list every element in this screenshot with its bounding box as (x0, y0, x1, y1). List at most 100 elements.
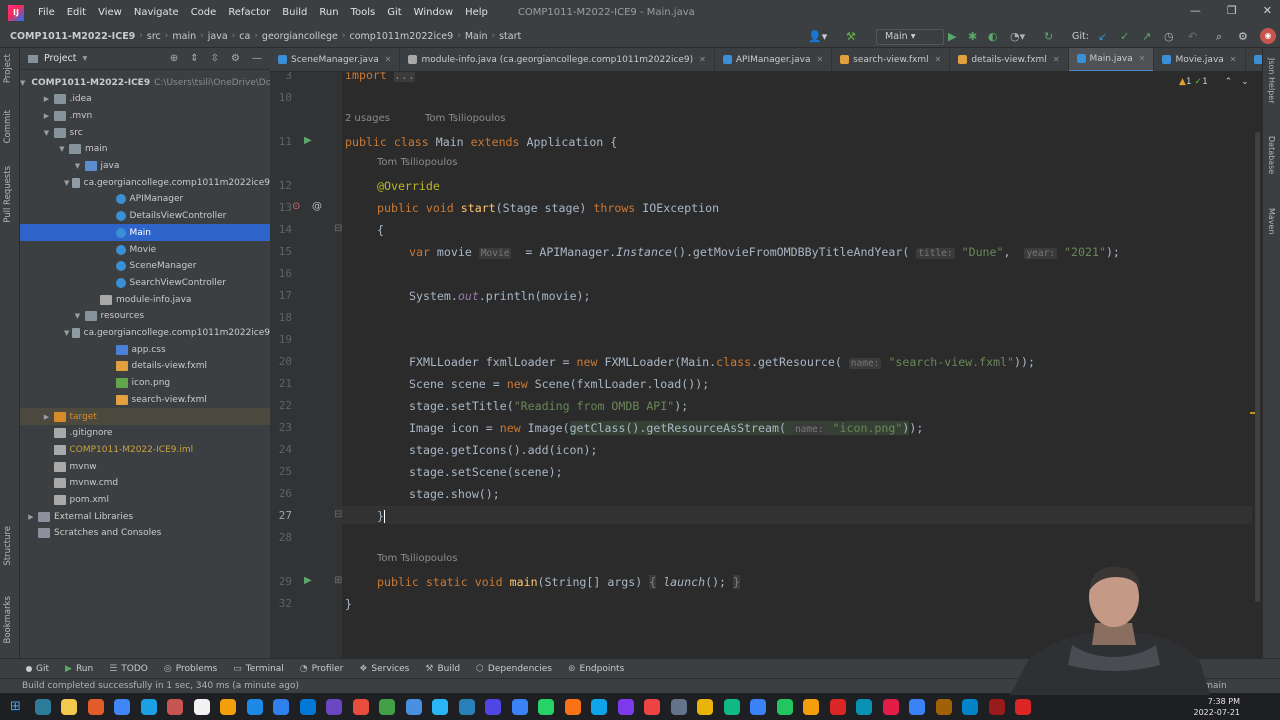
taskbar-app-icon[interactable] (644, 698, 661, 715)
code-line[interactable]: } (377, 509, 385, 523)
code-line[interactable]: stage.show(); (409, 487, 500, 501)
tree-item[interactable]: ▼ java (20, 158, 270, 175)
editor-tab[interactable]: module-info.java (ca.georgiancollege.com… (400, 48, 715, 71)
hammer-build-icon[interactable]: ⚒ (846, 30, 856, 43)
git-update-icon[interactable]: ↙ (1098, 30, 1107, 43)
chevron-right-icon[interactable]: ▶ (42, 413, 52, 421)
close-tab-icon[interactable]: ✕ (385, 55, 392, 64)
menu-code[interactable]: Code (185, 7, 223, 18)
taskbar-app-icon[interactable] (193, 698, 210, 715)
taskbar-app-icon[interactable] (591, 698, 608, 715)
chevron-down-icon[interactable]: ▾ (83, 53, 88, 64)
menu-window[interactable]: Window (408, 7, 459, 18)
chevron-down-icon[interactable]: ▼ (57, 145, 67, 153)
author-hint[interactable]: Tom Tsiliopoulos (425, 113, 505, 124)
debug-icon[interactable]: ✱ (968, 30, 977, 43)
tree-item[interactable]: APIManager (20, 191, 270, 208)
code-line[interactable]: stage.getIcons().add(icon); (409, 443, 597, 457)
tool-tab-todo[interactable]: ☰ TODO (101, 664, 156, 674)
tree-item[interactable]: mvnw.cmd (20, 475, 270, 492)
close-tab-icon[interactable]: ✕ (699, 55, 706, 64)
tree-item[interactable]: Movie (20, 241, 270, 258)
history-icon[interactable]: ◷ (1164, 30, 1174, 43)
chevron-right-icon[interactable]: ▶ (26, 513, 36, 521)
tree-item[interactable]: ▼ resources (20, 308, 270, 325)
restore-icon[interactable]: ❐ (1227, 4, 1237, 17)
menu-build[interactable]: Build (276, 7, 313, 18)
tree-item[interactable]: ▶ External Libraries (20, 508, 270, 525)
tree-item[interactable]: ▼ COMP1011-M2022-ICE9 C:\Users\tsili\OneDr… (20, 74, 270, 91)
taskbar-app-icon[interactable] (299, 698, 316, 715)
fold-icon[interactable]: ⊟ (334, 223, 342, 234)
editor-tab[interactable]: details-view.fxml ✕ (950, 48, 1069, 71)
chevron-down-icon[interactable]: ▼ (42, 129, 52, 137)
tree-item[interactable]: ▼ ca.georgiancollege.comp1011m2022ice9 (20, 325, 270, 342)
menu-tools[interactable]: Tools (345, 7, 382, 18)
tool-tab-commit[interactable]: Commit (3, 110, 13, 143)
taskbar-app-icon[interactable] (352, 698, 369, 715)
stop-icon[interactable]: ↻ (1044, 30, 1053, 43)
taskbar-app-icon[interactable] (670, 698, 687, 715)
tree-item[interactable]: details-view.fxml (20, 358, 270, 375)
search-icon[interactable]: ⌕ (1216, 30, 1222, 44)
close-tab-icon[interactable]: ✕ (1053, 55, 1060, 64)
code-line[interactable]: public class Main extends Application { (345, 135, 617, 149)
taskbar-app-icon[interactable] (34, 698, 51, 715)
tool-tab-services[interactable]: ❖ Services (351, 664, 417, 674)
tool-tab-bookmarks[interactable]: Bookmarks (3, 596, 13, 644)
annotation-gutter-icon[interactable]: @ (312, 201, 322, 212)
git-commit-icon[interactable]: ✓ (1120, 30, 1129, 43)
tree-item[interactable]: ▼ src (20, 124, 270, 141)
status-message[interactable]: Build completed successfully in 1 sec, 3… (22, 681, 299, 691)
profile-icon[interactable]: ◔▾ (1010, 30, 1025, 43)
close-tab-icon[interactable]: ✕ (816, 55, 823, 64)
editor-tab[interactable]: Movie.java ✕ (1154, 48, 1246, 71)
taskbar-app-icon[interactable] (220, 698, 237, 715)
tree-item[interactable]: ▶ .idea (20, 91, 270, 108)
code-line[interactable]: Scene scene = new Scene(fxmlLoader.load(… (409, 377, 709, 391)
code-line[interactable]: System.out.println(movie); (409, 289, 591, 303)
menu-help[interactable]: Help (459, 7, 494, 18)
tool-tab-git[interactable]: Git (0, 664, 57, 674)
taskbar-app-icon[interactable] (564, 698, 581, 715)
usages-hint[interactable]: 2 usages (345, 113, 390, 124)
breadcrumb-ca[interactable]: ca (235, 31, 254, 42)
taskbar-app-icon[interactable] (803, 698, 820, 715)
taskbar-app-icon[interactable] (617, 698, 634, 715)
locate-icon[interactable]: ⊕ (170, 53, 178, 64)
system-clock[interactable]: 7:38 PM 2022-07-21 (1194, 696, 1241, 718)
fold-icon[interactable]: ⊞ (334, 575, 342, 586)
tree-item[interactable]: COMP1011-M2022-ICE9.iml (20, 441, 270, 458)
jetbrains-account-icon[interactable]: ◉ (1260, 28, 1276, 44)
taskbar-app-icon[interactable] (246, 698, 263, 715)
expand-all-icon[interactable]: ⇕ (190, 53, 198, 64)
chevron-down-icon[interactable]: ▼ (20, 79, 25, 87)
taskbar-app-icon[interactable] (750, 698, 767, 715)
tree-item[interactable]: app.css (20, 341, 270, 358)
code-line[interactable]: public void start(Stage stage) throws IO… (377, 201, 719, 215)
taskbar-app-icon[interactable] (776, 698, 793, 715)
code-line[interactable]: stage.setScene(scene); (409, 465, 563, 479)
tool-tab-project[interactable]: Project (3, 54, 13, 83)
code-line[interactable]: { (377, 223, 384, 237)
chevron-right-icon[interactable]: ▶ (42, 95, 52, 103)
run-configuration-select[interactable]: Main ▾ (876, 29, 944, 45)
close-icon[interactable]: ✕ (1263, 4, 1272, 17)
menu-edit[interactable]: Edit (61, 7, 92, 18)
author-hint[interactable]: Tom Tsiliopoulos (377, 157, 457, 168)
tree-item[interactable]: Main (20, 224, 270, 242)
breadcrumb-main[interactable]: main (168, 31, 200, 42)
taskbar-app-icon[interactable] (405, 698, 422, 715)
taskbar-app-icon[interactable] (829, 698, 846, 715)
breadcrumb-project[interactable]: COMP1011-M2022-ICE9 (0, 31, 139, 42)
taskbar-app-icon[interactable] (167, 698, 184, 715)
code-line[interactable]: stage.setTitle("Reading from OMDB API"); (409, 399, 688, 413)
chevron-down-icon[interactable]: ▼ (64, 329, 70, 337)
menu-refactor[interactable]: Refactor (222, 7, 276, 18)
tree-item[interactable]: ▶ target (20, 408, 270, 425)
chevron-down-icon[interactable]: ▼ (64, 179, 70, 187)
code-line[interactable]: import ... (345, 72, 415, 82)
project-panel-title[interactable]: Project (44, 53, 77, 64)
tree-item[interactable]: DetailsViewController (20, 208, 270, 225)
tree-item[interactable]: module-info.java (20, 291, 270, 308)
